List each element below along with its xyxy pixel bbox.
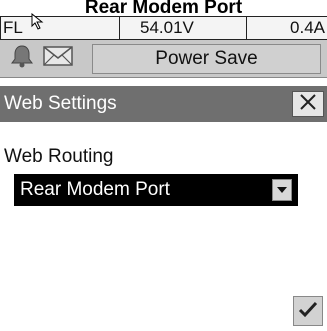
web-routing-select[interactable]: Rear Modem Port: [14, 174, 298, 206]
mouse-cursor-icon: [31, 12, 47, 37]
bell-icon[interactable]: [8, 43, 36, 74]
notification-icons: [0, 40, 92, 78]
checkmark-icon: [298, 300, 318, 323]
settings-body: Web Routing Rear Modem Port: [0, 122, 327, 331]
status-mode: FL: [3, 18, 23, 37]
web-routing-label: Web Routing: [4, 146, 114, 167]
power-save-button[interactable]: Power Save: [92, 43, 321, 74]
chevron-down-icon[interactable]: [272, 179, 292, 201]
panel-title: Web Settings: [4, 93, 117, 114]
status-voltage: 54.01V: [120, 17, 247, 39]
panel-header: Web Settings: [0, 86, 327, 122]
toolbar: Power Save: [0, 40, 327, 78]
close-button[interactable]: [292, 91, 324, 117]
close-icon: [299, 92, 317, 116]
web-routing-value: Rear Modem Port: [20, 179, 170, 200]
status-mode-cell: FL: [0, 12, 120, 39]
caption-title: Rear Modem Port: [84, 0, 243, 16]
envelope-icon[interactable]: [42, 44, 74, 73]
status-bar: FL 54.01V 0.4A: [0, 12, 327, 40]
confirm-button[interactable]: [293, 296, 323, 326]
status-current: 0.4A: [290, 18, 325, 37]
